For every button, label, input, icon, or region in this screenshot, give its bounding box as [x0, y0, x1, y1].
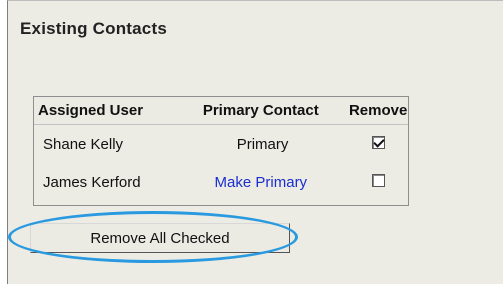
header-remove: Remove	[348, 102, 408, 119]
contacts-table: Assigned User Primary Contact Remove Sha…	[33, 96, 409, 206]
table-row: James Kerford Make Primary	[34, 163, 408, 201]
make-primary-link[interactable]: Make Primary	[173, 174, 348, 191]
remove-checkbox[interactable]	[371, 173, 385, 187]
remove-checkbox[interactable]	[371, 135, 385, 149]
highlight-ellipse	[8, 211, 298, 263]
header-assigned-user: Assigned User	[38, 102, 144, 119]
row-user-name: Shane Kelly	[43, 135, 124, 153]
row-remove-cell	[348, 135, 408, 153]
table-row: Shane Kelly Primary	[34, 125, 408, 163]
header-primary-contact: Primary Contact	[202, 102, 319, 119]
table-header: Assigned User Primary Contact Remove	[34, 97, 408, 125]
row-primary-status: Primary	[236, 135, 289, 153]
row-remove-cell	[348, 173, 408, 191]
section-title: Existing Contacts	[20, 19, 167, 38]
row-user-name: James Kerford	[43, 173, 141, 191]
